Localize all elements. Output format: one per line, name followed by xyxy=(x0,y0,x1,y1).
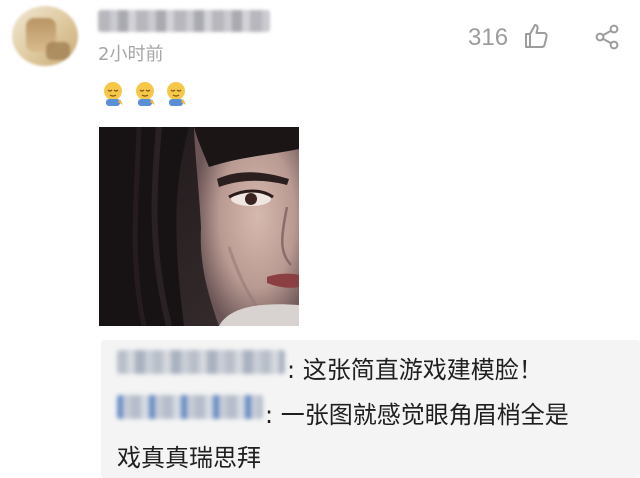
avatar[interactable] xyxy=(12,6,78,66)
username-blurred[interactable] xyxy=(98,10,270,32)
like-count[interactable]: 316 xyxy=(468,24,508,52)
face-closeup-photo[interactable] xyxy=(99,127,299,326)
comment-timestamp: 2小时前 xyxy=(98,44,164,65)
reply-text-continued: 戏真真瑞思拜 xyxy=(117,444,261,472)
reply-username-blurred[interactable] xyxy=(117,350,285,374)
sleepy-face-emoji xyxy=(104,82,123,106)
thumb-up-icon[interactable] xyxy=(522,22,550,50)
reply-text: : 一张图就感觉眼角眉梢全是 xyxy=(265,401,569,429)
sleepy-face-emoji xyxy=(136,82,155,106)
replies-box: : 这张简直游戏建模脸！ : 一张图就感觉眼角眉梢全是 戏真真瑞思拜 xyxy=(101,340,640,478)
sleepy-face-emoji xyxy=(167,82,186,106)
share-icon[interactable] xyxy=(594,24,620,50)
reply-username-blurred[interactable] xyxy=(117,395,263,419)
reply-text: : 这张简直游戏建模脸！ xyxy=(287,356,543,384)
